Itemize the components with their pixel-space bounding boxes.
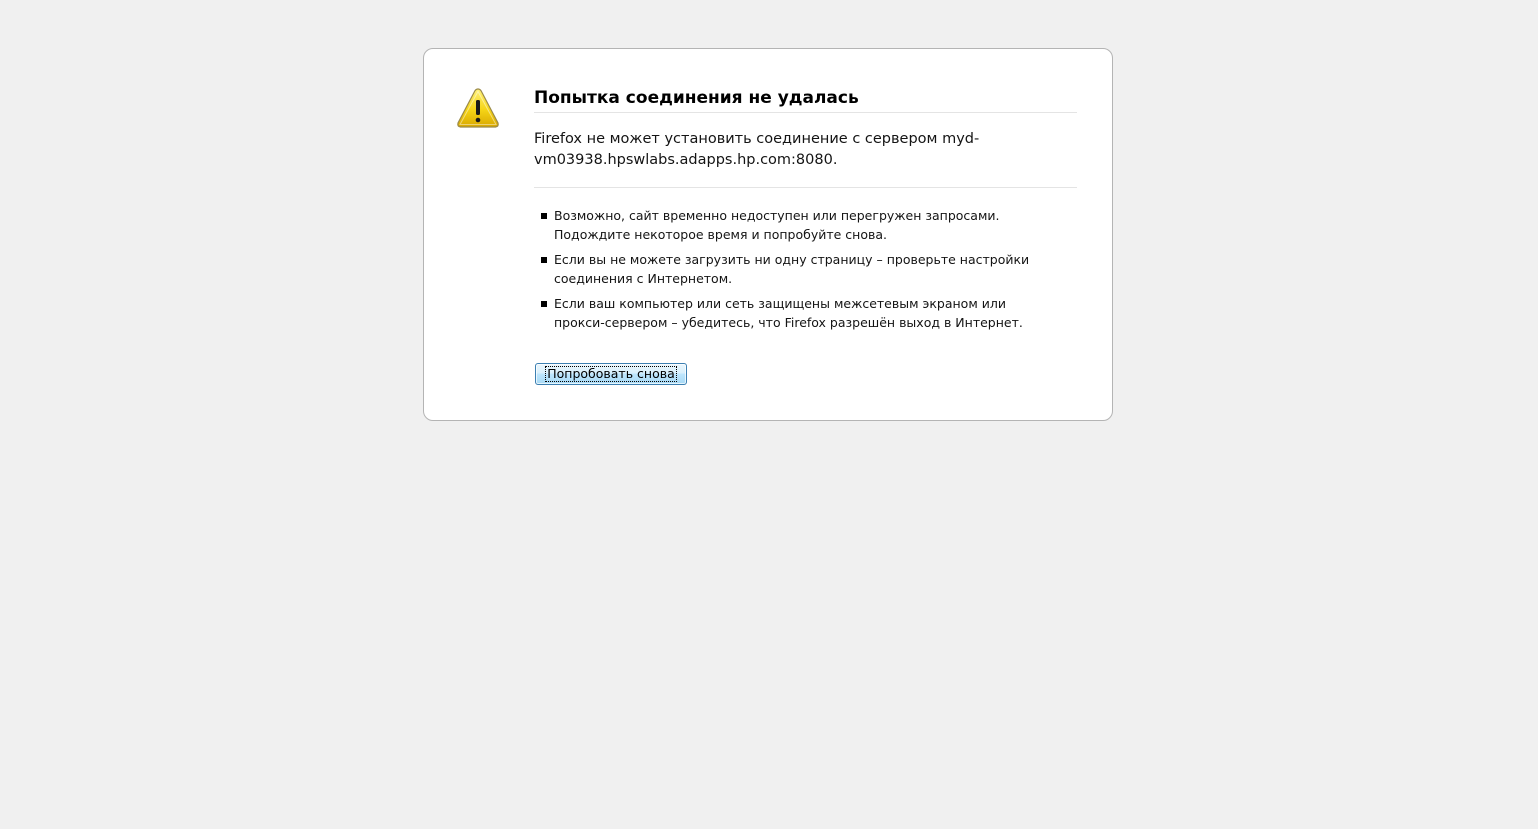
error-suggestions-list: Возможно, сайт временно недоступен или п…: [534, 206, 1054, 332]
bullet-icon: [541, 301, 547, 307]
bullet-icon: [541, 257, 547, 263]
suggestion-text: Если ваш компьютер или сеть защищены меж…: [554, 296, 1023, 330]
suggestion-item: Возможно, сайт временно недоступен или п…: [541, 206, 1054, 244]
warning-icon: [456, 87, 500, 129]
error-short-description: Firefox не может установить соединение с…: [534, 129, 1077, 188]
suggestion-text: Возможно, сайт временно недоступен или п…: [554, 208, 1000, 242]
bullet-icon: [541, 213, 547, 219]
error-title: Попытка соединения не удалась: [534, 87, 1077, 113]
retry-button[interactable]: Попробовать снова: [535, 363, 687, 385]
retry-button-label: Попробовать снова: [545, 366, 677, 382]
error-page-container: Попытка соединения не удалась Firefox не…: [423, 48, 1113, 421]
suggestion-item: Если вы не можете загрузить ни одну стра…: [541, 250, 1054, 288]
error-content: Попытка соединения не удалась Firefox не…: [534, 87, 1077, 338]
suggestion-text: Если вы не можете загрузить ни одну стра…: [554, 252, 1030, 286]
suggestion-item: Если ваш компьютер или сеть защищены меж…: [541, 294, 1054, 332]
